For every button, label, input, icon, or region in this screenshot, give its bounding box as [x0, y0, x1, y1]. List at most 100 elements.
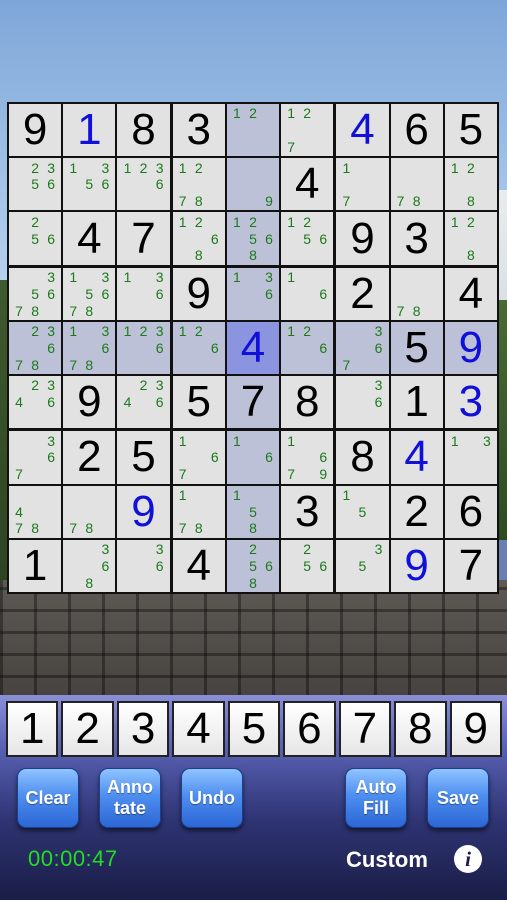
- sudoku-cell[interactable]: 23 4 6: [9, 376, 62, 429]
- number-key-4[interactable]: 4: [172, 701, 225, 757]
- sudoku-cell[interactable]: 36 7: [9, 431, 62, 484]
- sudoku-cell[interactable]: 1: [390, 376, 443, 429]
- number-key-6[interactable]: 6: [283, 701, 336, 757]
- sudoku-cell[interactable]: 9: [9, 104, 62, 157]
- sudoku-cell[interactable]: 9: [390, 539, 443, 592]
- number-key-5[interactable]: 5: [227, 701, 281, 757]
- sudoku-cell[interactable]: 16: [281, 267, 334, 320]
- sudoku-cell[interactable]: 478: [9, 485, 62, 538]
- undo-button[interactable]: Undo: [181, 768, 243, 828]
- sudoku-cell[interactable]: 2: [63, 431, 116, 484]
- sudoku-cell[interactable]: 35: [336, 539, 389, 592]
- save-button[interactable]: Save: [427, 768, 489, 828]
- sudoku-cell[interactable]: 3: [390, 212, 443, 265]
- sudoku-cell[interactable]: 4: [63, 212, 116, 265]
- sudoku-cell[interactable]: 4: [172, 539, 225, 592]
- sudoku-cell[interactable]: 78: [390, 267, 443, 320]
- sudoku-cell[interactable]: 1278: [172, 158, 225, 211]
- sudoku-cell[interactable]: 1: [9, 539, 62, 592]
- autofill-button[interactable]: Auto Fill: [345, 768, 407, 828]
- sudoku-cell[interactable]: 368: [63, 539, 116, 592]
- sudoku-cell[interactable]: 2568: [226, 539, 280, 592]
- sudoku-cell[interactable]: 9: [172, 267, 225, 320]
- number-key-8[interactable]: 8: [394, 701, 447, 757]
- sudoku-cell[interactable]: 8: [117, 104, 170, 157]
- sudoku-cell[interactable]: 2: [390, 485, 443, 538]
- sudoku-cell[interactable]: 1679: [281, 431, 334, 484]
- sudoku-cell[interactable]: 78: [390, 158, 443, 211]
- sudoku-cell[interactable]: 9: [63, 376, 116, 429]
- sudoku-cell[interactable]: 8: [336, 431, 389, 484]
- annotate-button[interactable]: Anno tate: [99, 768, 161, 828]
- number-key-9[interactable]: 9: [449, 701, 502, 757]
- number-key-7[interactable]: 7: [338, 701, 392, 757]
- sudoku-cell[interactable]: 36: [336, 376, 389, 429]
- sudoku-cell[interactable]: 7: [444, 539, 497, 592]
- sudoku-cell[interactable]: 356 78: [9, 267, 62, 320]
- sudoku-cell[interactable]: 1236: [117, 158, 170, 211]
- sudoku-cell[interactable]: 1236: [117, 321, 170, 375]
- sudoku-cell[interactable]: 1 36: [226, 267, 280, 320]
- sudoku-cell[interactable]: 9: [336, 212, 389, 265]
- sudoku-cell[interactable]: 5: [444, 104, 497, 157]
- sudoku-cell[interactable]: 3: [281, 485, 334, 538]
- sudoku-cell[interactable]: 2356: [9, 158, 62, 211]
- sudoku-cell[interactable]: 23 4 6: [117, 376, 170, 429]
- number-key-1[interactable]: 1: [6, 701, 59, 757]
- sudoku-cell[interactable]: 2: [336, 267, 389, 320]
- sudoku-cell[interactable]: 8: [281, 376, 334, 429]
- sudoku-cell[interactable]: 36 7: [336, 321, 389, 375]
- sudoku-cell[interactable]: 3: [444, 376, 497, 429]
- sudoku-cell[interactable]: 9: [444, 321, 497, 375]
- sudoku-cell[interactable]: 158: [226, 485, 280, 538]
- selected-cell[interactable]: 4: [226, 321, 280, 375]
- pencil-mark: [463, 230, 479, 247]
- pencil-mark: [315, 574, 331, 591]
- sudoku-cell[interactable]: 12 8: [444, 212, 497, 265]
- sudoku-cell[interactable]: 78: [63, 485, 116, 538]
- sudoku-cell[interactable]: 7: [117, 212, 170, 265]
- sudoku-cell[interactable]: 9: [226, 158, 280, 211]
- sudoku-cell[interactable]: 1 36 78: [63, 321, 116, 375]
- sudoku-cell[interactable]: 5: [172, 376, 225, 429]
- info-icon[interactable]: i: [454, 845, 482, 873]
- sudoku-cell[interactable]: 12: [226, 104, 280, 157]
- sudoku-cell[interactable]: 236 78: [9, 321, 62, 375]
- clear-button[interactable]: Clear: [17, 768, 79, 828]
- sudoku-cell[interactable]: 4: [444, 267, 497, 320]
- sudoku-cell[interactable]: 1 356: [63, 158, 116, 211]
- sudoku-cell[interactable]: 256: [281, 539, 334, 592]
- sudoku-cell[interactable]: 12 8: [444, 158, 497, 211]
- sudoku-cell[interactable]: 127: [281, 104, 334, 157]
- sudoku-cell[interactable]: 4: [336, 104, 389, 157]
- sudoku-cell[interactable]: 4: [281, 158, 334, 211]
- sudoku-cell[interactable]: 126: [281, 321, 334, 375]
- pencil-mark: 5: [303, 230, 312, 247]
- sudoku-cell[interactable]: 1256: [281, 212, 334, 265]
- sudoku-cell[interactable]: 12568: [226, 212, 280, 265]
- sudoku-cell[interactable]: 256: [9, 212, 62, 265]
- sudoku-cell[interactable]: 1 78: [172, 485, 225, 538]
- sudoku-cell[interactable]: 1 6 7: [172, 431, 225, 484]
- sudoku-cell[interactable]: 1268: [172, 212, 225, 265]
- sudoku-cell[interactable]: 1 356 78: [63, 267, 116, 320]
- sudoku-cell[interactable]: 17: [336, 158, 389, 211]
- sudoku-cell[interactable]: 15: [336, 485, 389, 538]
- sudoku-cell[interactable]: 126: [172, 321, 225, 375]
- sudoku-cell[interactable]: 1 36: [117, 267, 170, 320]
- sudoku-cell[interactable]: 7: [226, 376, 280, 429]
- number-key-3[interactable]: 3: [116, 701, 170, 757]
- number-key-2[interactable]: 2: [61, 701, 114, 757]
- sudoku-cell[interactable]: 36: [117, 539, 170, 592]
- sudoku-cell[interactable]: 3: [172, 104, 225, 157]
- sudoku-cell[interactable]: 6: [390, 104, 443, 157]
- sudoku-cell[interactable]: 13: [444, 431, 497, 484]
- sudoku-cell[interactable]: 6: [444, 485, 497, 538]
- sudoku-cell[interactable]: 16: [226, 431, 280, 484]
- pencil-mark: [370, 487, 386, 504]
- sudoku-cell[interactable]: 4: [390, 431, 443, 484]
- sudoku-cell[interactable]: 9: [117, 485, 170, 538]
- sudoku-cell[interactable]: 1: [63, 104, 116, 157]
- sudoku-cell[interactable]: 5: [390, 321, 443, 375]
- sudoku-cell[interactable]: 5: [117, 431, 170, 484]
